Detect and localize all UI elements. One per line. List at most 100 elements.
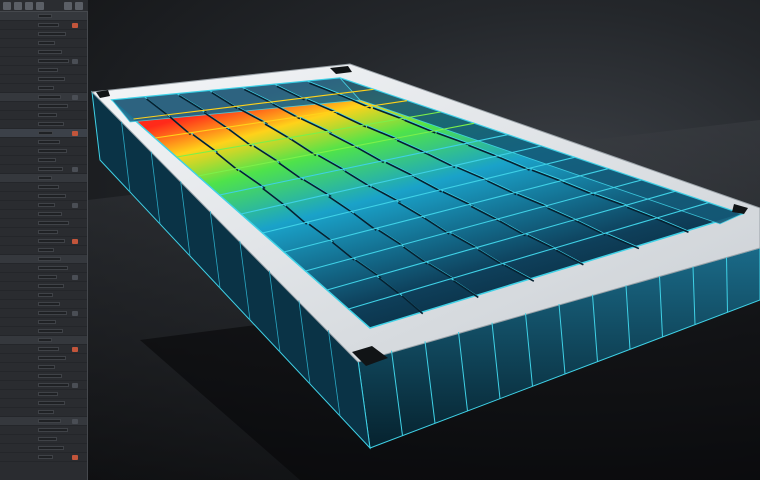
property-row[interactable]: [0, 165, 87, 174]
property-row[interactable]: [0, 444, 87, 453]
property-toggle[interactable]: [72, 419, 78, 424]
property-row[interactable]: [0, 201, 87, 210]
property-toggle[interactable]: [72, 167, 78, 172]
property-value-field[interactable]: [38, 284, 64, 288]
property-value-field[interactable]: [38, 392, 58, 396]
property-value-field[interactable]: [38, 212, 62, 216]
property-row[interactable]: [0, 237, 87, 246]
property-value-field[interactable]: [38, 140, 60, 144]
property-row[interactable]: [0, 30, 87, 39]
property-toggle[interactable]: [72, 347, 78, 352]
property-value-field[interactable]: [38, 338, 52, 342]
property-row[interactable]: [0, 75, 87, 84]
property-toggle[interactable]: [72, 95, 78, 100]
property-value-field[interactable]: [38, 365, 55, 369]
property-row[interactable]: [0, 282, 87, 291]
property-row[interactable]: [0, 129, 87, 138]
property-value-field[interactable]: [38, 257, 61, 261]
property-value-field[interactable]: [38, 437, 57, 441]
property-row[interactable]: [0, 363, 87, 372]
mold-tray-model[interactable]: [88, 0, 760, 480]
property-value-field[interactable]: [38, 293, 53, 297]
property-row[interactable]: [0, 336, 87, 345]
redo-icon[interactable]: [36, 1, 44, 10]
property-row[interactable]: [0, 318, 87, 327]
property-value-field[interactable]: [38, 347, 59, 351]
property-value-field[interactable]: [38, 122, 64, 126]
property-value-field[interactable]: [38, 167, 63, 171]
property-value-field[interactable]: [38, 176, 52, 180]
property-value-field[interactable]: [38, 374, 62, 378]
property-value-field[interactable]: [38, 95, 61, 99]
property-value-field[interactable]: [38, 455, 53, 459]
undo-icon[interactable]: [25, 1, 33, 10]
property-row[interactable]: [0, 255, 87, 264]
property-value-field[interactable]: [38, 203, 55, 207]
select-icon[interactable]: [64, 1, 72, 10]
property-row[interactable]: [0, 57, 87, 66]
property-row[interactable]: [0, 273, 87, 282]
property-value-field[interactable]: [38, 59, 69, 63]
property-value-field[interactable]: [38, 32, 66, 36]
property-value-field[interactable]: [38, 401, 65, 405]
property-value-field[interactable]: [38, 68, 58, 72]
property-value-field[interactable]: [38, 230, 58, 234]
property-value-field[interactable]: [38, 329, 63, 333]
property-row[interactable]: [0, 21, 87, 30]
property-row[interactable]: [0, 66, 87, 75]
property-toggle[interactable]: [72, 311, 78, 316]
property-toggle[interactable]: [72, 203, 78, 208]
property-row[interactable]: [0, 219, 87, 228]
property-row[interactable]: [0, 408, 87, 417]
property-value-field[interactable]: [38, 149, 67, 153]
property-row[interactable]: [0, 309, 87, 318]
save-icon[interactable]: [14, 1, 22, 10]
property-value-field[interactable]: [38, 23, 59, 27]
property-value-field[interactable]: [38, 248, 54, 252]
property-value-field[interactable]: [38, 275, 57, 279]
property-row[interactable]: [0, 435, 87, 444]
property-row[interactable]: [0, 453, 87, 462]
3d-viewport[interactable]: [88, 0, 760, 480]
property-toggle[interactable]: [72, 239, 78, 244]
property-toggle[interactable]: [72, 455, 78, 460]
property-row[interactable]: [0, 120, 87, 129]
property-value-field[interactable]: [38, 185, 59, 189]
property-row[interactable]: [0, 147, 87, 156]
property-value-field[interactable]: [38, 194, 66, 198]
property-row[interactable]: [0, 192, 87, 201]
property-value-field[interactable]: [38, 131, 53, 135]
property-toggle[interactable]: [72, 131, 78, 136]
property-row[interactable]: [0, 93, 87, 102]
property-toggle[interactable]: [72, 383, 78, 388]
property-row[interactable]: [0, 327, 87, 336]
property-row[interactable]: [0, 246, 87, 255]
property-row[interactable]: [0, 426, 87, 435]
property-row[interactable]: [0, 228, 87, 237]
property-toggle[interactable]: [72, 23, 78, 28]
property-value-field[interactable]: [38, 113, 57, 117]
property-toggle[interactable]: [72, 275, 78, 280]
property-value-field[interactable]: [38, 428, 68, 432]
property-row[interactable]: [0, 210, 87, 219]
property-value-field[interactable]: [38, 320, 56, 324]
property-row[interactable]: [0, 48, 87, 57]
property-row[interactable]: [0, 345, 87, 354]
property-value-field[interactable]: [38, 302, 60, 306]
property-row[interactable]: [0, 111, 87, 120]
property-value-field[interactable]: [38, 356, 66, 360]
property-value-field[interactable]: [38, 446, 64, 450]
property-value-field[interactable]: [38, 41, 55, 45]
property-value-field[interactable]: [38, 77, 65, 81]
property-row[interactable]: [0, 174, 87, 183]
property-row[interactable]: [0, 291, 87, 300]
property-row[interactable]: [0, 399, 87, 408]
property-value-field[interactable]: [38, 239, 65, 243]
property-row[interactable]: [0, 381, 87, 390]
property-row[interactable]: [0, 12, 87, 21]
property-row[interactable]: [0, 138, 87, 147]
property-value-field[interactable]: [38, 419, 61, 423]
property-value-field[interactable]: [38, 50, 62, 54]
property-value-field[interactable]: [38, 221, 69, 225]
property-row[interactable]: [0, 354, 87, 363]
